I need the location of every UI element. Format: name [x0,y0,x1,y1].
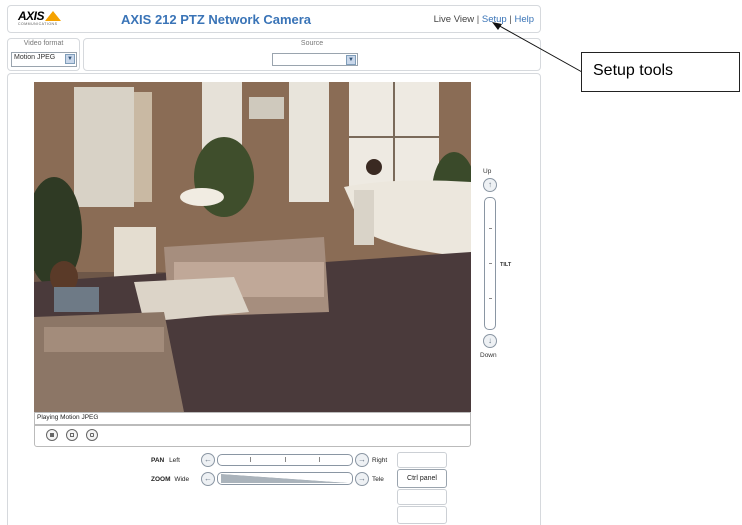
tilt-down-label: Down [480,352,497,359]
video-format-label: Video format [23,40,64,47]
zoom-tele-label: Tele [372,476,384,483]
chevron-down-icon[interactable]: ▼ [346,55,356,65]
preset-box [397,489,447,505]
pan-label: PAN [151,457,165,464]
ctrl-panel-button[interactable]: Ctrl panel [397,469,447,488]
nav-live-view[interactable]: Live View [434,14,475,25]
video-format-select[interactable]: Motion JPEG ▼ [11,52,77,67]
video-format-value: Motion JPEG [14,54,56,61]
callout-text: Setup tools [593,62,674,79]
pan-right-arrow-icon[interactable]: → [355,453,369,467]
video-format-panel: Video format Motion JPEG ▼ [7,38,80,71]
zoom-wedge-icon [221,474,349,483]
pan-right-label: Right [372,457,388,464]
tilt-up-label: Up [483,168,492,175]
zoom-row-labels: ZOOM Wide [151,476,189,483]
preset-box [397,506,447,524]
tilt-down-arrow-icon[interactable]: ↓ [483,334,497,348]
chevron-down-icon[interactable]: ▼ [65,54,75,64]
live-video-image[interactable] [34,82,471,412]
nav-separator: | [476,14,480,25]
pan-slider[interactable] [217,454,353,466]
main-panel: Playing Motion JPEG Up ↑ TILT ↓ Down PAN… [7,73,541,525]
header-bar: AXIS COMMUNICATIONS AXIS 212 PTZ Network… [7,5,541,33]
room-scene-image [34,82,471,412]
fullscreen-icon[interactable] [86,429,98,441]
pan-left-label: Left [169,457,180,464]
logo-wordmark: AXIS [18,9,45,23]
zoom-wide-label: Wide [174,476,190,483]
player-controls [34,425,471,447]
page-title: AXIS 212 PTZ Network Camera [121,12,312,27]
pan-row-labels: PAN Left [151,457,180,464]
stop-icon[interactable] [46,429,58,441]
source-label: Source [300,40,324,47]
tilt-up-arrow-icon[interactable]: ↑ [483,178,497,192]
player-status-bar: Playing Motion JPEG [34,412,471,425]
zoom-tele-arrow-icon[interactable]: → [355,472,369,486]
player-status-text: Playing Motion JPEG [37,414,99,421]
snapshot-icon[interactable] [66,429,78,441]
pan-left-arrow-icon[interactable]: ← [201,453,215,467]
setup-tools-callout: Setup tools [581,52,740,92]
logo-triangle-icon [45,11,61,21]
zoom-label: ZOOM [151,476,171,483]
axis-logo[interactable]: AXIS COMMUNICATIONS [18,9,70,29]
zoom-wide-arrow-icon[interactable]: ← [201,472,215,486]
logo-tagline: COMMUNICATIONS [18,22,58,26]
callout-arrow [492,22,583,73]
zoom-slider[interactable] [217,472,353,485]
pan-spacer-box [397,452,447,468]
tilt-label: TILT [500,262,512,268]
source-panel: Source ▼ [83,38,541,71]
source-select[interactable]: ▼ [272,53,358,66]
tilt-slider[interactable] [484,197,496,330]
